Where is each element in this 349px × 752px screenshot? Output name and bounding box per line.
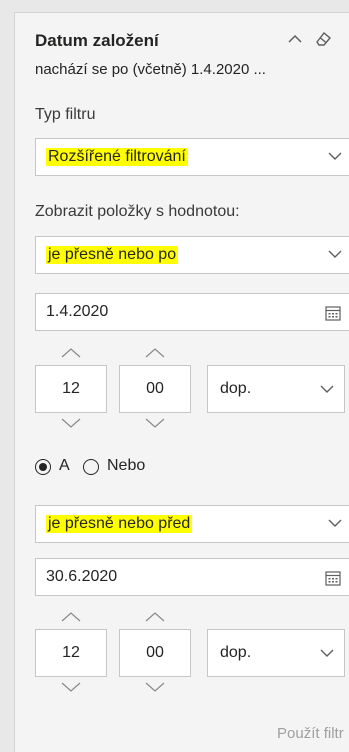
and-radio-label: A (59, 457, 70, 474)
or-radio[interactable] (83, 459, 99, 475)
condition1-operator-value: je přesně nebo po (46, 246, 179, 264)
or-radio-label: Nebo (107, 457, 146, 474)
filter-type-dropdown[interactable]: Rozšířené filtrování (35, 138, 349, 176)
condition1-hour-field[interactable]: 12 (35, 365, 107, 413)
hour-up-arrow[interactable] (60, 347, 82, 359)
calendar-icon[interactable] (324, 569, 342, 587)
filter-type-label: Typ filtru (35, 106, 96, 123)
condition1-minute-field[interactable]: 00 (119, 365, 191, 413)
condition2-minute-field[interactable]: 00 (119, 629, 191, 677)
condition2-hour-field[interactable]: 12 (35, 629, 107, 677)
condition2-ampm-dropdown[interactable]: dop. (207, 629, 345, 677)
hour-down-arrow[interactable] (60, 681, 82, 693)
minute-down-arrow[interactable] (144, 417, 166, 429)
minute-up-arrow[interactable] (144, 347, 166, 359)
calendar-icon[interactable] (324, 304, 342, 322)
and-radio[interactable] (35, 459, 51, 475)
condition2-operator-dropdown[interactable]: je přesně nebo před (35, 505, 349, 543)
hour-up-arrow[interactable] (60, 611, 82, 623)
condition1-date-value: 1.4.2020 (46, 303, 109, 320)
filter-title: Datum založení (35, 31, 159, 50)
chevron-down-icon (328, 152, 342, 160)
minute-up-arrow[interactable] (144, 611, 166, 623)
chevron-down-icon (320, 385, 334, 393)
chevron-up-icon[interactable] (285, 29, 305, 49)
condition1-date-input[interactable]: 1.4.2020 (35, 293, 349, 331)
chevron-down-icon (328, 519, 342, 527)
condition1-operator-dropdown[interactable]: je přesně nebo po (35, 236, 349, 274)
eraser-icon[interactable] (313, 29, 333, 49)
condition1-ampm-value: dop. (220, 380, 252, 397)
chevron-down-icon (328, 250, 342, 258)
condition2-operator-value: je přesně nebo před (46, 515, 193, 533)
condition2-date-value: 30.6.2020 (46, 568, 118, 585)
condition2-ampm-value: dop. (220, 644, 252, 661)
condition2-date-input[interactable]: 30.6.2020 (35, 558, 349, 596)
hour-down-arrow[interactable] (60, 417, 82, 429)
filter-type-value: Rozšířené filtrování (46, 148, 188, 166)
chevron-down-icon (320, 649, 334, 657)
show-items-label: Zobrazit položky s hodnotou: (35, 203, 240, 220)
apply-filter-button[interactable]: Použít filtr (277, 725, 344, 742)
filter-card: Datum založení nachází se po (včetně) 1.… (14, 12, 349, 752)
filter-summary: nachází se po (včetně) 1.4.2020 ... (35, 61, 266, 78)
condition1-ampm-dropdown[interactable]: dop. (207, 365, 345, 413)
minute-down-arrow[interactable] (144, 681, 166, 693)
